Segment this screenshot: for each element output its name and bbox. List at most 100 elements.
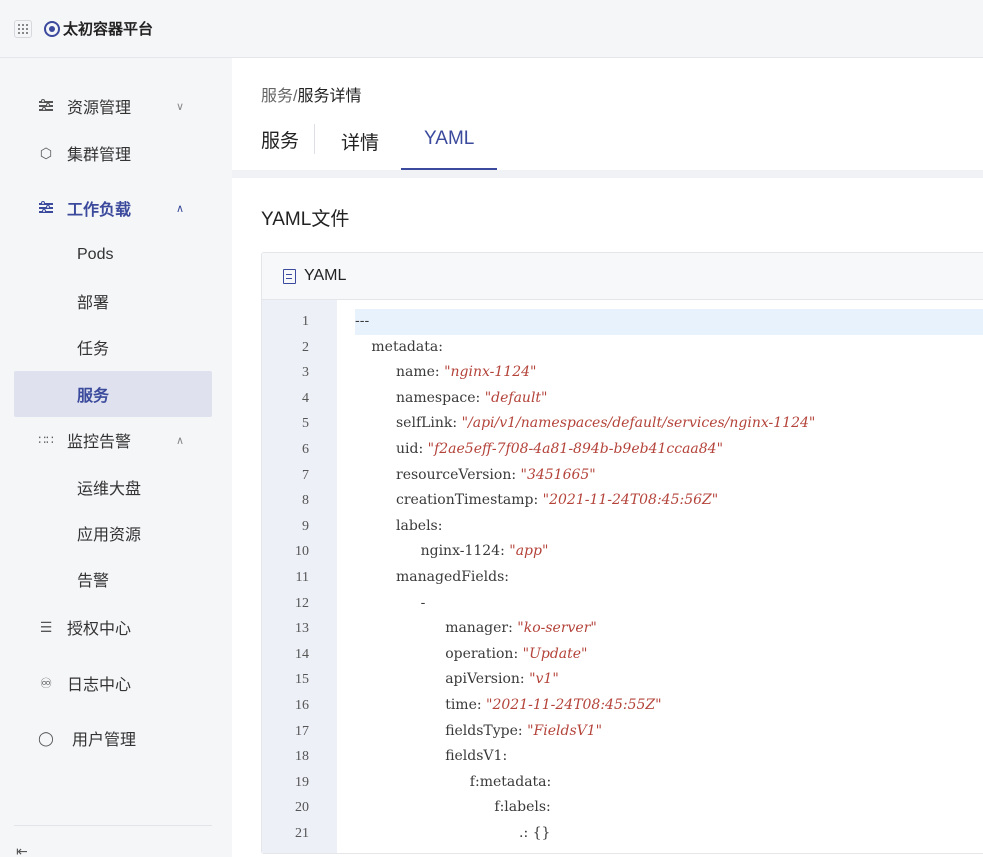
list-icon: ☰ (39, 618, 53, 635)
yaml-value: "/api/v1/namespaces/default/services/ngi… (461, 415, 816, 432)
code-text: fieldsV1: (445, 744, 507, 770)
sliders-icon (38, 200, 54, 216)
app-title: 太初容器平台 (63, 21, 154, 38)
yaml-panel-label: YAML (304, 267, 347, 284)
yaml-key: apiVersion: (445, 671, 530, 688)
logo-icon (44, 20, 60, 37)
line-number: 14 (295, 646, 309, 662)
sidebar-item-cluster-management[interactable]: ⬡ 集群管理 (14, 130, 212, 176)
code-text: manager: "ko-server" (445, 616, 597, 642)
yaml-value: "default" (484, 389, 548, 406)
yaml-key: uid: (396, 440, 428, 457)
code-line: 5 selfLink: "/api/v1/namespaces/default/s… (262, 411, 983, 437)
yaml-value: "app" (509, 543, 549, 560)
tab-bar: 服务 详情 YAML (261, 118, 498, 170)
line-number: 11 (295, 569, 309, 585)
code-text: creationTimestamp: "2021-11-24T08:45:56Z… (396, 488, 718, 514)
code-line: 20 f:labels: (262, 795, 983, 821)
line-number: 5 (302, 416, 309, 432)
tab-details[interactable]: 详情 (327, 128, 393, 170)
sliders-icon (38, 98, 54, 114)
yaml-key: managedFields: (396, 568, 510, 585)
yaml-key: fieldsV1: (445, 748, 508, 765)
yaml-key: nginx-1124: (420, 543, 510, 560)
chevron-down-icon: ∨ (176, 100, 185, 113)
code-line: 4 namespace: "default" (262, 386, 983, 412)
code-text: resourceVersion: "3451665" (396, 463, 596, 489)
code-text: uid: "f2ae5eff-7f08-4a81-894b-b9eb41ccaa… (396, 437, 723, 463)
line-number: 1 (302, 314, 309, 329)
code-text: - (421, 591, 426, 617)
sidebar-subitem-deployments[interactable]: 部署 (14, 278, 212, 324)
yaml-key: metadata: (371, 338, 443, 355)
sidebar-item-monitoring[interactable]: ∷∷ 监控告警 ∧ (14, 417, 212, 463)
code-line: 9 labels: (262, 514, 983, 540)
yaml-value: "Update" (522, 645, 588, 662)
app-grid-icon[interactable] (14, 19, 32, 38)
sidebar-item-logs[interactable]: ♾ 日志中心 (14, 660, 212, 706)
yaml-value: "3451665" (520, 466, 596, 483)
code-line: 12 - (262, 591, 983, 617)
sidebar-item-resource-management[interactable]: 资源管理 ∨ (14, 83, 212, 129)
line-number: 13 (295, 621, 309, 637)
code-line: 2 metadata: (262, 335, 983, 361)
code-text: time: "2021-11-24T08:45:55Z" (445, 693, 661, 719)
sidebar-item-label: 监控告警 (67, 434, 132, 451)
code-line: 16 time: "2021-11-24T08:45:55Z" (262, 693, 983, 719)
sidebar-item-authorization[interactable]: ☰ 授权中心 (14, 604, 212, 650)
code-text: --- (355, 309, 369, 335)
line-number: 4 (302, 390, 309, 406)
sidebar-subitem-jobs[interactable]: 任务 (14, 324, 212, 370)
code-line: 21 .: {} (262, 821, 983, 847)
top-bar: 太初容器平台 (0, 0, 983, 58)
code-line: 1 --- (262, 309, 983, 335)
code-line: 7 resourceVersion: "3451665" (262, 463, 983, 489)
line-number: 20 (295, 800, 309, 816)
code-line: 11 managedFields: (262, 565, 983, 591)
sidebar-item-workload[interactable]: 工作负载 ∧ (14, 185, 212, 231)
sidebar-item-users[interactable]: ◯ 用户管理 (14, 715, 212, 761)
line-number: 8 (302, 493, 309, 509)
sidebar-item-label: 部署 (77, 295, 110, 312)
yaml-key: time: (445, 696, 487, 713)
yaml-key: manager: (445, 620, 518, 637)
yaml-key: - (420, 594, 426, 611)
code-text: selfLink: "/api/v1/namespaces/default/se… (396, 411, 815, 437)
sidebar: 资源管理 ∨ ⬡ 集群管理 工作负载 ∧ Pods 部署 任务 服务 ∷∷ 监控… (0, 58, 232, 857)
code-text: f:labels: (494, 795, 550, 821)
code-text: apiVersion: "v1" (445, 667, 559, 693)
yaml-key: f:metadata: (469, 773, 552, 790)
chevron-up-icon: ∧ (176, 434, 185, 447)
tab-yaml[interactable]: YAML (401, 128, 498, 170)
yaml-key: .: {} (519, 824, 551, 841)
code-text: labels: (396, 514, 442, 540)
yaml-key: creationTimestamp: (396, 492, 543, 509)
tab-divider (314, 124, 316, 154)
yaml-key: --- (355, 313, 370, 329)
code-line: 3 name: "nginx-1124" (262, 360, 983, 386)
yaml-panel: YAML 1 --- 2 metadata: 3 name: "nginx-1124" 4 n… (261, 252, 983, 854)
document-icon (283, 268, 296, 284)
code-line: 14 operation: "Update" (262, 642, 983, 668)
line-number: 3 (302, 365, 309, 381)
collapse-sidebar-icon[interactable]: ⇤ (16, 843, 28, 857)
yaml-value: "f2ae5eff-7f08-4a81-894b-b9eb41ccaa84" (427, 440, 724, 457)
page-header: 服务/服务详情 服务 详情 YAML (232, 58, 983, 170)
sidebar-item-label: 用户管理 (72, 732, 137, 749)
yaml-key: name: (396, 364, 445, 381)
breadcrumb-current: 服务详情 (297, 88, 362, 105)
yaml-editor[interactable]: 1 --- 2 metadata: 3 name: "nginx-1124" 4 namesp… (262, 300, 983, 853)
breadcrumb: 服务/服务详情 (261, 82, 361, 106)
sidebar-item-label: Pods (77, 246, 114, 263)
sidebar-subitem-services[interactable]: 服务 (14, 371, 212, 417)
apps-icon: ∷∷ (38, 433, 54, 447)
sidebar-subitem-ops-dashboard[interactable]: 运维大盘 (14, 464, 212, 510)
code-line: 6 uid: "f2ae5eff-7f08-4a81-894b-b9eb41cca… (262, 437, 983, 463)
sidebar-subitem-pods[interactable]: Pods (14, 232, 212, 278)
sidebar-item-label: 授权中心 (67, 621, 132, 638)
sidebar-subitem-app-resources[interactable]: 应用资源 (14, 510, 212, 556)
code-text: fieldsType: "FieldsV1" (445, 719, 602, 745)
breadcrumb-parent[interactable]: 服务 (261, 88, 293, 105)
code-text: name: "nginx-1124" (396, 360, 536, 386)
sidebar-subitem-alerts[interactable]: 告警 (14, 556, 212, 602)
